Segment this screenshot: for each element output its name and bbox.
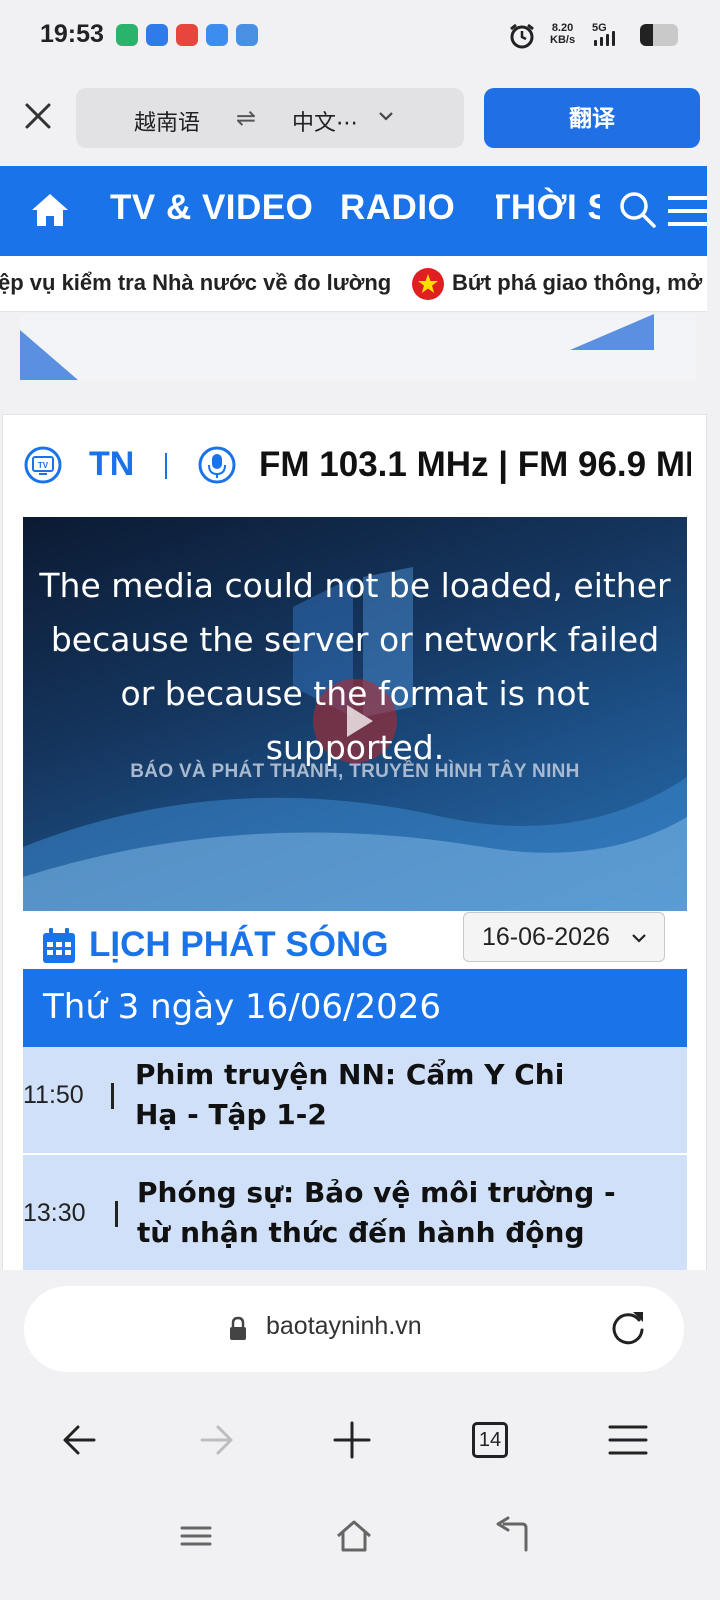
close-icon[interactable] (20, 98, 56, 134)
news-ticker: ệp vụ kiểm tra Nhà nước về đo lường Bứt … (0, 256, 707, 312)
media-error-message: The media could not be loaded, either be… (39, 566, 671, 767)
url-text[interactable]: baotayninh.vn (266, 1312, 422, 1341)
schedule-title: LỊCH PHÁT SÓNG (89, 925, 389, 964)
back-icon[interactable] (58, 1418, 102, 1462)
schedule-program-title: Phim truyện NN: Cẩm Y Chi Hạ - Tập 1-2 (135, 1058, 565, 1131)
home-icon[interactable] (30, 192, 70, 228)
nav-thoi-su[interactable]: THỜI S (496, 188, 600, 228)
network-type: 5G (592, 22, 607, 34)
alarm-icon (510, 23, 534, 49)
schedule-row[interactable]: 11:50 Phim truyện NN: Cẩm Y Chi Hạ - Tập… (23, 1047, 687, 1153)
browser-toolbar: 14 (0, 1400, 720, 1484)
radio-frequencies[interactable]: FM 103.1 MHz | FM 96.9 MI (259, 445, 691, 485)
station-name: BÁO VÀ PHÁT THANH, TRUYỀN HÌNH TÂY NINH (130, 761, 580, 782)
browser-app-icon (146, 24, 168, 46)
divider (115, 1201, 118, 1227)
recent-apps-icon[interactable] (176, 1516, 216, 1556)
video-player[interactable]: The media could not be loaded, either be… (23, 517, 687, 911)
swap-languages-icon[interactable]: ⇌ (236, 104, 256, 133)
vietnam-flag-icon (412, 268, 444, 300)
forward-icon[interactable] (194, 1418, 238, 1462)
address-bar-area: baotayninh.vn (0, 1270, 720, 1400)
ticker-item[interactable]: ệp vụ kiểm tra Nhà nước về đo lường (0, 270, 391, 296)
menu-icon[interactable] (668, 194, 707, 228)
battery-icon (640, 24, 678, 46)
video-app-icon (176, 24, 198, 46)
schedule-time: 13:30 (23, 1199, 86, 1227)
microphone-icon[interactable] (197, 445, 237, 485)
schedule-program-title: Phóng sự: Bảo vệ môi trường - từ nhận th… (137, 1176, 616, 1249)
reload-icon[interactable] (608, 1308, 648, 1348)
wifi-app-icon (116, 24, 138, 46)
calendar-icon (43, 928, 75, 963)
search-icon[interactable] (618, 190, 658, 230)
chevron-down-icon (632, 934, 646, 943)
ticker-item[interactable]: Bứt phá giao thông, mở rộ (452, 270, 707, 296)
files-app-icon (236, 24, 258, 46)
channel-tab-tn[interactable]: TN (89, 445, 134, 484)
ad-banner[interactable] (20, 314, 696, 380)
target-language[interactable]: 中文⋯ (292, 105, 358, 137)
chevron-down-icon (379, 112, 393, 121)
schedule-day-heading: Thứ 3 ngày 16/06/2026 (23, 969, 687, 1047)
system-navigation (0, 1484, 720, 1600)
svg-text:TV: TV (38, 461, 49, 470)
network-speed: 8.20 KB/s (550, 22, 576, 46)
tv-icon: TV (24, 446, 62, 484)
status-bar: 19:53 8.20 KB/s 5G (0, 0, 720, 72)
new-tab-icon[interactable] (330, 1418, 374, 1462)
menu-icon[interactable] (606, 1418, 650, 1462)
clock: 19:53 (40, 20, 104, 48)
address-bar[interactable]: baotayninh.vn (24, 1286, 684, 1372)
divider (165, 453, 167, 479)
schedule-time: 11:50 (23, 1081, 84, 1109)
schedule-row[interactable]: 13:30 Phóng sự: Bảo vệ môi trường - từ n… (23, 1155, 687, 1275)
date-select[interactable]: 16-06-2026 (463, 912, 665, 962)
site-nav: TV & VIDEO RADIO THỜI S (0, 166, 707, 256)
lock-icon (230, 1316, 246, 1340)
source-language[interactable]: 越南语 (134, 105, 200, 137)
vivo-app-icon (206, 24, 228, 46)
translate-button[interactable]: 翻译 (484, 88, 700, 148)
tab-count: 14 (472, 1422, 508, 1458)
media-card: TV TN FM 103.1 MHz | FM 96.9 MI The medi… (2, 414, 707, 1294)
nav-radio[interactable]: RADIO (340, 188, 455, 228)
home-button-icon[interactable] (334, 1516, 374, 1556)
nav-tv-video[interactable]: TV & VIDEO (110, 188, 313, 228)
back-button-icon[interactable] (494, 1516, 534, 1556)
tabs-button[interactable]: 14 (468, 1418, 512, 1462)
translate-bar: 越南语 ⇌ 中文⋯ 翻译 (0, 72, 720, 164)
language-selector[interactable]: 越南语 ⇌ 中文⋯ (76, 88, 464, 148)
divider (111, 1083, 114, 1109)
